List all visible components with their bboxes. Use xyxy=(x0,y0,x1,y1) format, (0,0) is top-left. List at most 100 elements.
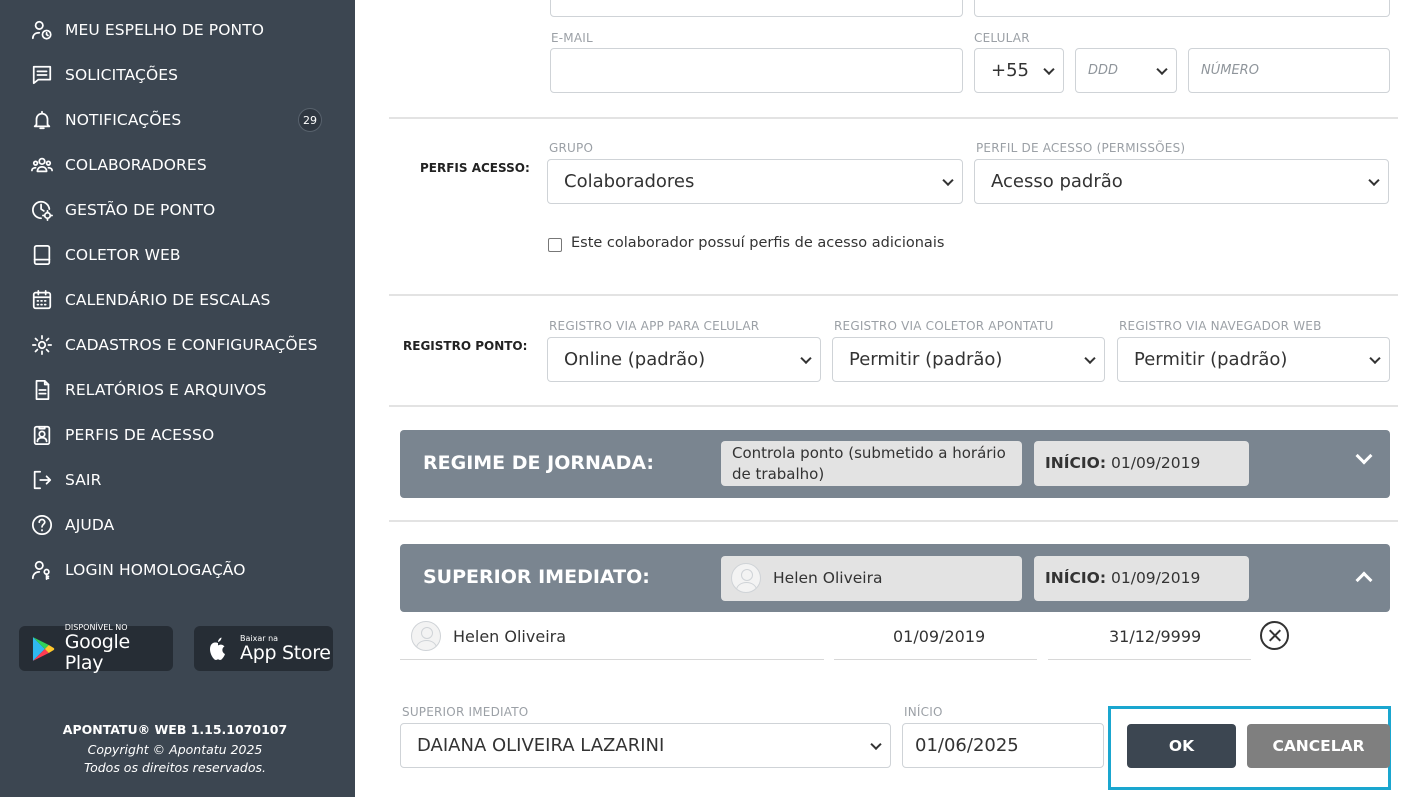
perfis-adicionais-checkbox[interactable] xyxy=(548,238,562,252)
regime-type-pill: Controla ponto (submetido a horário de t… xyxy=(721,441,1022,486)
sidebar-item-label: COLETOR WEB xyxy=(65,246,181,264)
perfil-acesso-label: PERFIL DE ACESSO (PERMISSÕES) xyxy=(976,141,1186,155)
country-code-value: +55 xyxy=(991,60,1029,81)
numero-input[interactable]: NÚMERO xyxy=(1188,48,1390,93)
chevron-up-icon[interactable] xyxy=(1355,571,1373,589)
registro-coletor-value: Permitir (padrão) xyxy=(849,349,1003,370)
superior-select[interactable]: DAIANA OLIVEIRA LAZARINI xyxy=(400,723,891,768)
divider xyxy=(834,659,1037,660)
grupo-select[interactable]: Colaboradores xyxy=(547,159,963,204)
help-icon xyxy=(30,513,54,537)
sidebar-item-ajuda[interactable]: AJUDA xyxy=(30,511,114,539)
superior-inicio-value: 01/09/2019 xyxy=(1111,569,1201,587)
avatar-icon xyxy=(411,621,441,651)
sidebar-item-label: GESTÃO DE PONTO xyxy=(65,201,216,219)
sidebar: MEU ESPELHO DE PONTO SOLICITAÇÕES NOTIFI… xyxy=(0,0,355,797)
superior-row-name: Helen Oliveira xyxy=(453,627,567,646)
registro-app-select[interactable]: Online (padrão) xyxy=(547,337,821,382)
regime-inicio-label: INÍCIO: xyxy=(1045,454,1107,472)
sidebar-item-meu-espelho-de-ponto[interactable]: MEU ESPELHO DE PONTO xyxy=(30,16,264,44)
sidebar-item-label: MEU ESPELHO DE PONTO xyxy=(65,21,265,39)
divider xyxy=(389,405,1398,407)
superior-row-end: 31/12/9999 xyxy=(1109,627,1202,646)
regime-type-value: Controla ponto (submetido a horário de t… xyxy=(732,444,1006,483)
user-key-icon xyxy=(30,558,54,582)
sidebar-item-cadastros-e-configuracoes[interactable]: CADASTROS E CONFIGURAÇÕES xyxy=(30,331,318,359)
regime-jornada-panel[interactable]: REGIME DE JORNADA: Controla ponto (subme… xyxy=(400,430,1390,498)
sidebar-item-solicitacoes[interactable]: SOLICITAÇÕES xyxy=(30,61,178,89)
superior-select-value: DAIANA OLIVEIRA LAZARINI xyxy=(417,735,665,756)
registro-app-label: REGISTRO VIA APP PARA CELULAR xyxy=(549,319,760,333)
google-play-icon xyxy=(32,636,55,661)
sidebar-item-perfis-de-acesso[interactable]: PERFIS DE ACESSO xyxy=(30,421,214,449)
chevron-down-icon[interactable] xyxy=(1355,447,1373,465)
sidebar-item-label: NOTIFICAÇÕES xyxy=(65,111,182,129)
registro-navegador-value: Permitir (padrão) xyxy=(1134,349,1288,370)
registro-ponto-label: REGISTRO PONTO: xyxy=(403,339,528,353)
sidebar-item-calendario-de-escalas[interactable]: CALENDÁRIO DE ESCALAS xyxy=(30,286,270,314)
calendar-icon xyxy=(30,288,54,312)
sidebar-item-label: SOLICITAÇÕES xyxy=(65,66,179,84)
sidebar-item-colaboradores[interactable]: COLABORADORES xyxy=(30,151,207,179)
sidebar-item-label: COLABORADORES xyxy=(65,156,207,174)
sidebar-item-sair[interactable]: SAIR xyxy=(30,466,101,494)
main-content: E-MAIL CELULAR +55 DDD NÚMERO PERFIS ACE… xyxy=(389,0,1398,797)
perfis-adicionais-label: Este colaborador possuí perfis de acesso… xyxy=(571,235,945,251)
document-field-partial[interactable] xyxy=(550,0,963,17)
clock-gear-icon xyxy=(30,198,54,222)
google-play-button[interactable]: DISPONÍVEL NO Google Play xyxy=(19,623,173,674)
sidebar-item-gestao-de-ponto[interactable]: GESTÃO DE PONTO xyxy=(30,196,215,224)
gear-icon xyxy=(30,333,54,357)
user-clock-icon xyxy=(30,18,54,42)
email-input[interactable] xyxy=(550,48,963,93)
regime-inicio-value: 01/09/2019 xyxy=(1111,454,1201,472)
sidebar-item-relatorios-e-arquivos[interactable]: RELATÓRIOS E ARQUIVOS xyxy=(30,376,267,404)
registro-coletor-select[interactable]: Permitir (padrão) xyxy=(832,337,1105,382)
superior-imediato-panel[interactable]: SUPERIOR IMEDIATO: Helen Oliveira INÍCIO… xyxy=(400,544,1390,612)
avatar-icon xyxy=(731,563,761,593)
tablet-icon xyxy=(30,243,54,267)
registro-navegador-label: REGISTRO VIA NAVEGADOR WEB xyxy=(1119,319,1322,333)
app-store-button[interactable]: Baixar na App Store xyxy=(194,626,333,671)
document-icon xyxy=(30,378,54,402)
country-code-select[interactable]: +55 xyxy=(974,48,1064,93)
app-version: APONTATU® WEB 1.15.1070107 xyxy=(62,722,288,737)
app-store-big-text: App Store xyxy=(240,641,331,664)
sidebar-item-label: SAIR xyxy=(65,471,102,489)
inicio-date-input[interactable]: 01/06/2025 xyxy=(902,723,1104,768)
regime-jornada-title: REGIME DE JORNADA: xyxy=(423,452,655,474)
copyright-text: Copyright © Apontatu 2025 xyxy=(87,742,263,757)
sidebar-item-label: CADASTROS E CONFIGURAÇÕES xyxy=(65,336,318,354)
registro-navegador-select[interactable]: Permitir (padrão) xyxy=(1117,337,1390,382)
superior-name-value: Helen Oliveira xyxy=(773,569,883,587)
superior-inicio-pill: INÍCIO: 01/09/2019 xyxy=(1034,556,1249,601)
superior-name-pill: Helen Oliveira xyxy=(721,556,1022,601)
id-badge-icon xyxy=(30,423,54,447)
inicio-date-value: 01/06/2025 xyxy=(915,735,1019,756)
sidebar-item-notificacoes[interactable]: NOTIFICAÇÕES xyxy=(30,106,181,134)
ok-button[interactable]: OK xyxy=(1127,724,1236,768)
divider xyxy=(389,520,1398,522)
divider xyxy=(400,659,824,660)
perfil-acesso-select[interactable]: Acesso padrão xyxy=(974,159,1389,204)
ddd-select[interactable]: DDD xyxy=(1075,48,1177,93)
superior-inicio-label: INÍCIO: xyxy=(1045,569,1107,587)
remove-superior-icon[interactable] xyxy=(1260,621,1289,650)
cancel-button[interactable]: CANCELAR xyxy=(1247,724,1390,768)
divider xyxy=(1048,659,1251,660)
superior-row-start: 01/09/2019 xyxy=(893,627,986,646)
email-label: E-MAIL xyxy=(551,31,593,45)
sidebar-item-login-homologacao[interactable]: LOGIN HOMOLOGAÇÃO xyxy=(30,556,246,584)
ddd-placeholder: DDD xyxy=(1088,63,1119,78)
perfil-acesso-value: Acesso padrão xyxy=(991,171,1123,192)
sidebar-item-label: RELATÓRIOS E ARQUIVOS xyxy=(65,381,267,399)
regime-inicio-pill: INÍCIO: 01/09/2019 xyxy=(1034,441,1249,486)
top-right-field-partial[interactable] xyxy=(974,0,1390,17)
google-play-big-text: Google Play xyxy=(64,631,131,674)
users-icon xyxy=(30,153,54,177)
sidebar-item-label: LOGIN HOMOLOGAÇÃO xyxy=(65,561,246,579)
divider xyxy=(389,117,1398,119)
sidebar-item-coletor-web[interactable]: COLETOR WEB xyxy=(30,241,181,269)
sidebar-item-label: PERFIS DE ACESSO xyxy=(65,426,215,444)
sidebar-item-label: CALENDÁRIO DE ESCALAS xyxy=(65,291,271,309)
